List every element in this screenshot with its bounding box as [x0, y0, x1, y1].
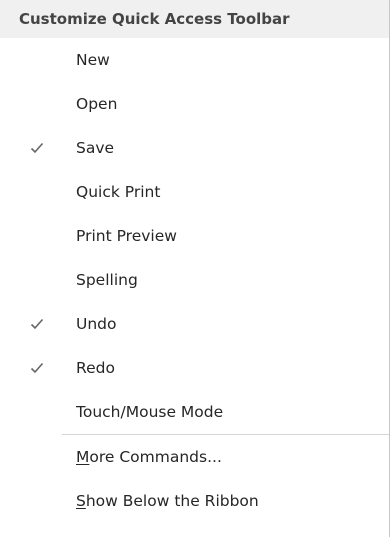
menu-item-label: Print Preview: [76, 227, 177, 245]
access-key: M: [76, 448, 90, 466]
menu-header: Customize Quick Access Toolbar: [0, 0, 389, 38]
command-list: New Open Save Quick Print Print Preview …: [0, 38, 389, 434]
menu-item-label: Quick Print: [76, 183, 161, 201]
menu-item-label: More Commands...: [76, 435, 222, 479]
action-list: More Commands... Show Below the Ribbon: [0, 435, 389, 523]
checkmark-icon: [30, 214, 44, 258]
menu-item-label: Redo: [76, 359, 115, 377]
checkmark-icon: [30, 38, 44, 82]
label-rest: ore Commands...: [89, 448, 222, 466]
checkmark-icon: [30, 170, 44, 214]
menu-item-undo[interactable]: Undo: [0, 302, 389, 346]
menu-item-label: Undo: [76, 315, 117, 333]
checkmark-icon: [30, 346, 44, 390]
customize-quick-access-toolbar-menu: Customize Quick Access Toolbar New Open …: [0, 0, 390, 537]
menu-item-save[interactable]: Save: [0, 126, 389, 170]
menu-item-redo[interactable]: Redo: [0, 346, 389, 390]
menu-item-open[interactable]: Open: [0, 82, 389, 126]
label-rest: how Below the Ribbon: [85, 492, 259, 510]
checkmark-icon: [30, 82, 44, 126]
checkmark-icon: [30, 302, 44, 346]
menu-item-label: Touch/Mouse Mode: [76, 403, 224, 421]
menu-item-show-below-ribbon[interactable]: Show Below the Ribbon: [0, 479, 389, 523]
menu-item-label: New: [76, 51, 110, 69]
menu-item-touch-mouse-mode[interactable]: Touch/Mouse Mode: [0, 390, 389, 434]
menu-item-label: Open: [76, 95, 118, 113]
menu-item-spelling[interactable]: Spelling: [0, 258, 389, 302]
menu-item-print-preview[interactable]: Print Preview: [0, 214, 389, 258]
menu-item-quick-print[interactable]: Quick Print: [0, 170, 389, 214]
menu-item-label: Spelling: [76, 271, 138, 289]
checkmark-icon: [30, 390, 44, 434]
menu-item-more-commands[interactable]: More Commands...: [0, 435, 389, 479]
checkmark-icon: [30, 126, 44, 170]
checkmark-icon: [30, 258, 44, 302]
menu-item-label: Show Below the Ribbon: [76, 479, 259, 523]
access-key: S: [76, 492, 86, 510]
menu-item-label: Save: [76, 139, 115, 157]
menu-item-new[interactable]: New: [0, 38, 389, 82]
